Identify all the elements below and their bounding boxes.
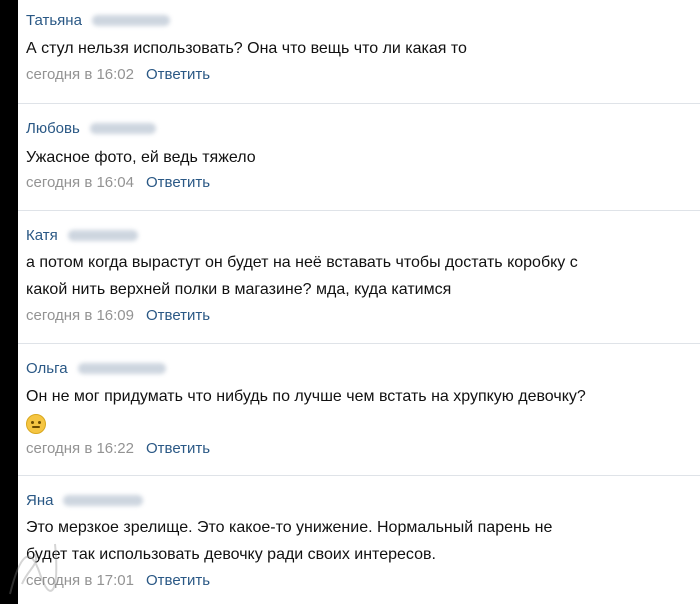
comment-line: будет так использовать девочку ради свои… [26, 546, 436, 563]
blurred-surname [67, 229, 138, 241]
timestamp: сегодня в 16:02 [26, 66, 134, 83]
comment-text: Ужасное фото, ей ведь тяжело [26, 144, 696, 171]
reply-link[interactable]: Ответить [146, 307, 210, 324]
comment-feed: Татьяна А стул нельзя использовать? Она … [18, 0, 700, 604]
comment-text: А стул нельзя использовать? Она что вещь… [26, 35, 696, 62]
reply-link[interactable]: Ответить [146, 66, 210, 83]
comment-line: Он не мог придумать что нибудь по лучше … [26, 388, 586, 405]
comment-line: какой нить верхней полки в магазине? мда… [26, 281, 452, 298]
comment-text: Он не мог придумать что нибудь по лучше … [26, 383, 696, 437]
author-name[interactable]: Любовь [26, 120, 80, 137]
author-name[interactable]: Ольга [26, 360, 68, 377]
blurred-surname [77, 362, 166, 374]
comment-line: Ужасное фото, ей ведь тяжело [26, 149, 256, 166]
emoji-line [26, 410, 696, 437]
comment-meta: сегодня в 16:22 Ответить [26, 440, 210, 457]
author-row: Катя [26, 225, 138, 245]
comment-text: а потом когда вырастут он будет на неё в… [26, 249, 696, 303]
author-row: Татьяна [26, 10, 170, 30]
author-row: Яна [26, 490, 144, 510]
author-name[interactable]: Катя [26, 227, 58, 244]
comment-line: а потом когда вырастут он будет на неё в… [26, 254, 578, 271]
reply-link[interactable]: Ответить [146, 440, 210, 457]
comment-meta: сегодня в 16:09 Ответить [26, 307, 210, 324]
comment-item: Катя а потом когда вырастут он будет на … [18, 211, 700, 344]
timestamp: сегодня в 16:04 [26, 174, 134, 191]
reply-link[interactable]: Ответить [146, 572, 210, 589]
author-name[interactable]: Яна [26, 492, 53, 509]
comment-item: Ольга Он не мог придумать что нибудь по … [18, 344, 700, 476]
author-name[interactable]: Татьяна [26, 12, 82, 29]
blurred-surname [89, 122, 156, 134]
comment-item: Яна Это мерзкое зрелище. Это какое-то ун… [18, 476, 700, 604]
neutral-face-emoji-icon [26, 413, 46, 434]
author-row: Любовь [26, 118, 156, 138]
comment-meta: сегодня в 16:02 Ответить [26, 66, 210, 83]
comment-item: Любовь Ужасное фото, ей ведь тяжело сего… [18, 104, 700, 211]
reply-link[interactable]: Ответить [146, 174, 210, 191]
comment-line: А стул нельзя использовать? Она что вещь… [26, 40, 467, 57]
blurred-surname [91, 14, 170, 26]
timestamp: сегодня в 16:22 [26, 440, 134, 457]
comment-meta: сегодня в 16:04 Ответить [26, 174, 210, 191]
comment-line: Это мерзкое зрелище. Это какое-то унижен… [26, 519, 553, 536]
comment-item: Татьяна А стул нельзя использовать? Она … [18, 0, 700, 104]
timestamp: сегодня в 16:09 [26, 307, 134, 324]
watermark-sketch-icon [9, 543, 58, 595]
author-row: Ольга [26, 358, 166, 378]
blurred-surname [63, 494, 144, 506]
comment-text: Это мерзкое зрелище. Это какое-то унижен… [26, 514, 696, 568]
